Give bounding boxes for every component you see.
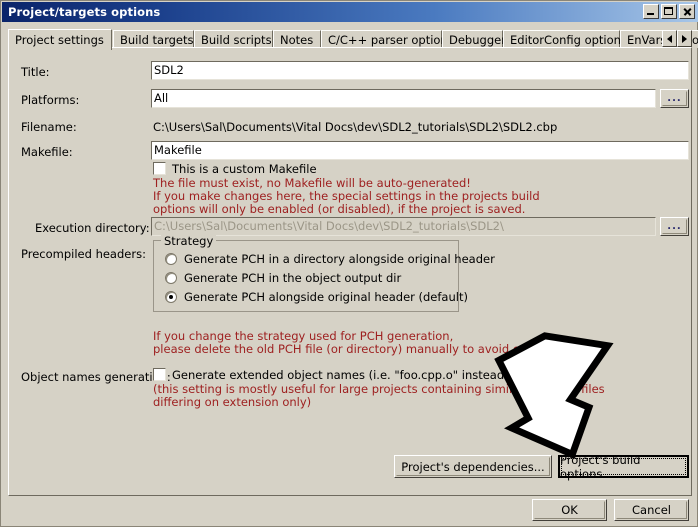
platforms-field-label: Platforms: [21,93,80,107]
pch-option-1-label: Generate PCH in a directory alongside or… [184,252,495,266]
pch-option-object-output-dir[interactable]: Generate PCH in the object output dir [165,271,401,285]
close-icon [682,6,693,17]
project-dependencies-label: Project's dependencies... [401,459,545,474]
cancel-button-label: Cancel [632,503,671,517]
filename-value: C:\Users\Sal\Documents\Vital Docs\dev\SD… [153,120,558,134]
chevron-right-icon [682,34,687,43]
tab-editorconfig-options[interactable]: EditorConfig options [503,30,627,48]
title-input[interactable]: SDL2 [151,61,689,80]
platforms-input[interactable]: All [151,89,656,108]
pch-radio-3[interactable] [165,291,177,303]
maximize-icon [664,7,673,15]
pch-option-directory-alongside[interactable]: Generate PCH in a directory alongside or… [165,252,495,266]
pch-option-alongside-default[interactable]: Generate PCH alongside original header (… [165,290,468,304]
extended-object-names-checkbox-row[interactable]: Generate extended object names (i.e. "fo… [153,368,566,382]
pch-radio-2[interactable] [165,272,177,284]
ok-button-label: OK [561,503,578,517]
makefile-warning-line-3: options will only be enabled (or disable… [153,202,526,216]
filename-field-label: Filename: [21,120,77,134]
tab-cpp-parser-options[interactable]: C/C++ parser options [321,30,454,48]
project-dependencies-button[interactable]: Project's dependencies... [394,455,552,478]
chevron-left-icon [667,34,672,43]
custom-makefile-checkbox[interactable] [153,162,166,175]
tab-project-settings[interactable]: Project settings [8,29,112,50]
pch-radio-1[interactable] [165,253,177,265]
title-bar: Project/targets options [2,2,698,22]
pch-strategy-group: Strategy Generate PCH in a directory alo… [153,234,495,312]
project-options-dialog: Project/targets options Project settings… [0,0,698,527]
tab-build-targets[interactable]: Build targets [113,30,194,48]
tab-scroll-buttons [662,30,692,47]
custom-makefile-checkbox-row[interactable]: This is a custom Makefile [153,162,317,176]
close-button[interactable] [679,4,695,19]
tab-strip: Project settings Build targets Build scr… [8,29,698,50]
project-build-options-label: Project's build options... [560,452,641,481]
title-field-label: Title: [21,65,50,79]
pch-warning-line-2: please delete the old PCH file (or direc… [153,342,572,356]
execution-directory-label: Execution directory: [35,221,150,235]
makefile-input[interactable]: Makefile [151,141,689,160]
tab-scroll-right-button[interactable] [677,30,692,47]
platforms-browse-label: ... [667,93,682,104]
ok-button[interactable]: OK [532,499,607,521]
maximize-button[interactable] [661,4,677,19]
pch-option-3-label: Generate PCH alongside original header (… [184,290,468,304]
extended-object-names-checkbox[interactable] [153,368,166,381]
pch-strategy-legend: Strategy [161,234,217,248]
extended-object-names-label: Generate extended object names (i.e. "fo… [172,368,567,382]
precompiled-headers-label: Precompiled headers: [21,247,146,261]
object-names-note-line-2: differing on extension only) [153,395,312,409]
pch-option-2-label: Generate PCH in the object output dir [184,271,402,285]
execution-directory-browse-label: ... [667,221,682,232]
minimize-button[interactable] [643,4,659,19]
custom-makefile-label: This is a custom Makefile [172,162,317,176]
tab-scroll-left-button[interactable] [662,30,677,47]
project-build-options-button[interactable]: Project's build options... [558,452,689,481]
platforms-browse-button[interactable]: ... [660,89,689,108]
execution-directory-input: C:\Users\Sal\Documents\Vital Docs\dev\SD… [151,217,656,236]
makefile-field-label: Makefile: [21,145,73,159]
tab-build-scripts[interactable]: Build scripts [194,30,273,48]
execution-directory-browse-button[interactable]: ... [660,217,689,236]
tab-notes[interactable]: Notes [273,30,321,48]
window-controls [643,4,695,19]
minimize-icon [647,13,654,15]
cancel-button[interactable]: Cancel [614,499,689,521]
project-settings-panel: Title: SDL2 Platforms: All ... Filename:… [8,47,692,496]
tab-debugger[interactable]: Debugger [442,30,506,48]
object-names-label: Object names generation: [21,370,171,384]
window-title: Project/targets options [8,5,161,19]
